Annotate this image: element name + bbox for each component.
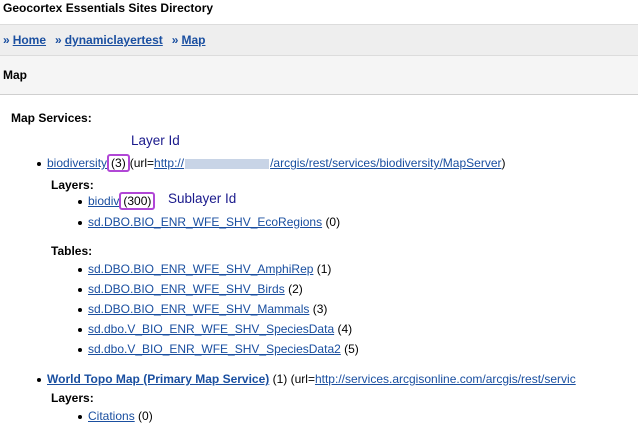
service-url-link[interactable]: http:///arcgis/rest/services/biodiversit…: [154, 156, 501, 170]
breadcrumb-bar: » Home» dynamiclayertest» Map: [0, 24, 638, 56]
page-title: Map: [3, 68, 27, 82]
tables-heading: Tables:: [51, 244, 93, 258]
service-url-prefix: (url=: [290, 372, 315, 386]
layers-heading: Layers:: [51, 178, 94, 192]
map-services-heading: Map Services:: [11, 111, 92, 125]
layer-link-biodiv[interactable]: biodiv: [88, 194, 119, 208]
service-link-world-topo[interactable]: World Topo Map (Primary Map Service): [47, 372, 269, 386]
service-url-link[interactable]: http://services.arcgisonline.com/arcgis/…: [315, 372, 576, 386]
service-item-world-topo: World Topo Map (Primary Map Service) (1)…: [37, 372, 576, 386]
breadcrumb-link-dynamiclayertest[interactable]: dynamiclayertest: [65, 33, 163, 47]
service-link-biodiversity[interactable]: biodiversity: [47, 156, 107, 170]
breadcrumb-separator-icon: »: [55, 33, 62, 47]
layer-link-citations[interactable]: Citations: [88, 409, 135, 423]
app-title: Geocortex Essentials Sites Directory: [3, 1, 214, 15]
breadcrumb-link-home[interactable]: Home: [13, 33, 46, 47]
table-item: sd.DBO.BIO_ENR_WFE_SHV_AmphiRep (1): [78, 262, 331, 276]
layer-link-ecoregions[interactable]: sd.DBO.BIO_ENR_WFE_SHV_EcoRegions: [88, 215, 322, 229]
layer-item: biodiv (300): [78, 192, 156, 210]
table-item: sd.DBO.BIO_ENR_WFE_SHV_Birds (2): [78, 282, 303, 296]
table-link[interactable]: sd.dbo.V_BIO_ENR_WFE_SHV_SpeciesData2: [88, 342, 341, 356]
layer-id-annotation: Layer Id: [131, 133, 180, 148]
service-id: (1): [272, 372, 288, 386]
breadcrumb-separator-icon: »: [3, 33, 10, 47]
bullet-icon: [78, 327, 82, 332]
layer-id: (0): [325, 215, 341, 229]
sublayer-id-annotation: Sublayer Id: [168, 191, 237, 206]
layer-item: Citations (0): [78, 409, 153, 423]
bullet-icon: [78, 287, 82, 292]
breadcrumb-link-map[interactable]: Map: [181, 33, 205, 47]
layer-id: (0): [138, 409, 153, 423]
table-id: (1): [316, 262, 332, 276]
page-header: Map: [0, 56, 638, 95]
bullet-icon: [78, 307, 82, 312]
table-link[interactable]: sd.DBO.BIO_ENR_WFE_SHV_Mammals: [88, 302, 309, 316]
sublayer-id-highlight: (300): [119, 192, 156, 210]
bullet-icon: [37, 161, 41, 166]
table-link[interactable]: sd.DBO.BIO_ENR_WFE_SHV_AmphiRep: [88, 262, 313, 276]
layers-heading: Layers:: [51, 391, 94, 405]
table-item: sd.dbo.V_BIO_ENR_WFE_SHV_SpeciesData (4): [78, 322, 352, 336]
bullet-icon: [78, 199, 82, 204]
bullet-icon: [78, 414, 82, 419]
breadcrumb-separator-icon: »: [171, 33, 179, 47]
redacted-host: [185, 158, 270, 169]
breadcrumb: » Home» dynamiclayertest» Map: [3, 33, 214, 47]
bullet-icon: [78, 220, 82, 225]
table-item: sd.DBO.BIO_ENR_WFE_SHV_Mammals (3): [78, 302, 327, 316]
table-id: (2): [288, 282, 303, 296]
layer-id-highlight: (3): [107, 154, 130, 172]
bullet-icon: [78, 347, 82, 352]
service-item-biodiversity: biodiversity (3) (url=http:///arcgis/rest/…: [37, 154, 505, 172]
bullet-icon: [37, 377, 41, 382]
table-link[interactable]: sd.dbo.V_BIO_ENR_WFE_SHV_SpeciesData: [88, 322, 334, 336]
table-id: (3): [312, 302, 328, 316]
service-url-prefix: (url=: [129, 156, 155, 170]
table-item: sd.dbo.V_BIO_ENR_WFE_SHV_SpeciesData2 (5…: [78, 342, 359, 356]
bullet-icon: [78, 267, 82, 272]
table-id: (5): [344, 342, 359, 356]
table-link[interactable]: sd.DBO.BIO_ENR_WFE_SHV_Birds: [88, 282, 285, 296]
layer-item: sd.DBO.BIO_ENR_WFE_SHV_EcoRegions (0): [78, 215, 340, 229]
table-id: (4): [337, 322, 353, 336]
